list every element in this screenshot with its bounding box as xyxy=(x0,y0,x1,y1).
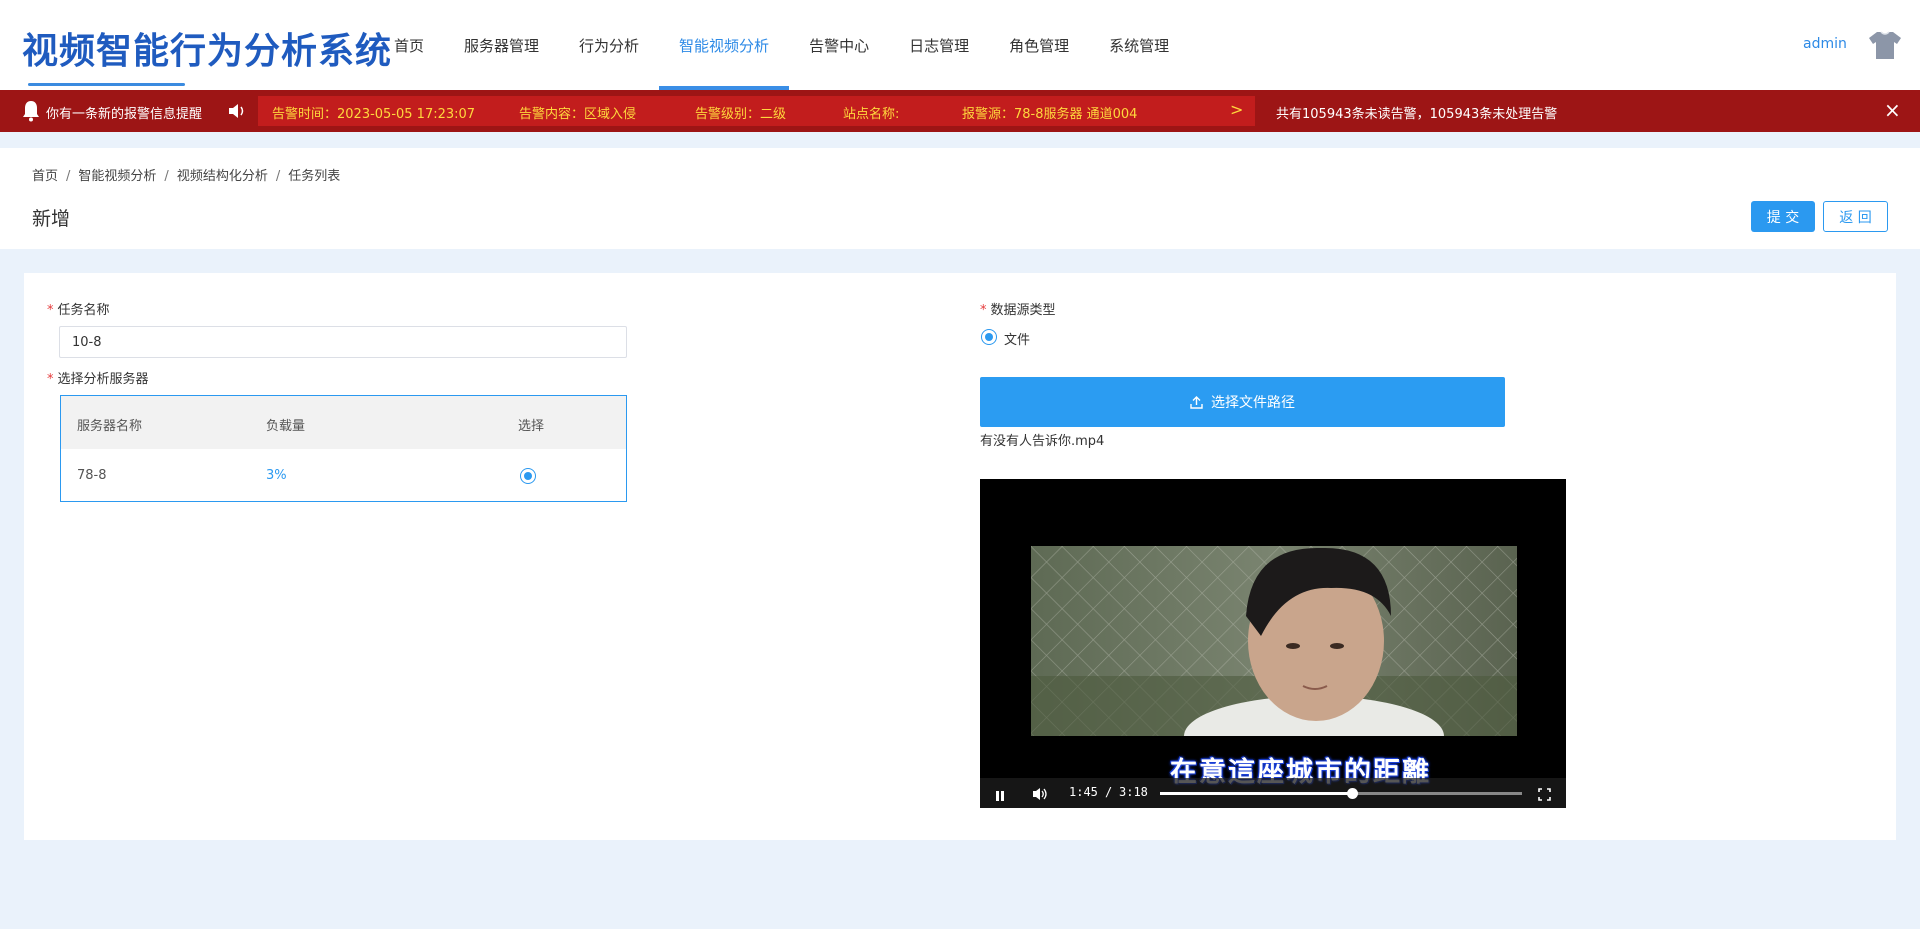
submit-button[interactable]: 提 交 xyxy=(1751,201,1815,232)
seek-progress xyxy=(1160,792,1352,795)
speaker-icon[interactable] xyxy=(228,103,246,119)
bell-icon xyxy=(22,100,40,122)
video-player[interactable]: 在意這座城市的距離 1:45 / 3:18 xyxy=(980,479,1566,808)
upload-icon xyxy=(1190,395,1203,409)
current-time: 1:45 xyxy=(1069,785,1098,799)
file-source-radio[interactable] xyxy=(981,329,997,345)
alarm-content: 告警内容：区域入侵 xyxy=(519,107,637,122)
table-header: 服务器名称 负载量 选择 xyxy=(61,396,626,449)
breadcrumb-item[interactable]: 视频结构化分析 xyxy=(177,169,268,184)
server-table: 服务器名称 负载量 选择 78-8 3% xyxy=(60,395,627,502)
form-card: *任务名称 *选择分析服务器 服务器名称 负载量 选择 78-8 3% *数据源… xyxy=(24,273,1896,840)
server-name-cell: 78-8 xyxy=(77,468,107,483)
nav-item-home[interactable]: 首页 xyxy=(374,0,444,90)
column-header: 服务器名称 xyxy=(77,419,143,434)
seek-handle[interactable] xyxy=(1346,788,1358,799)
breadcrumb: 首页 / 智能视频分析 / 视频结构化分析 / 任务列表 xyxy=(32,169,341,184)
username[interactable]: admin xyxy=(1803,36,1847,52)
alarm-banner: 你有一条新的报警信息提醒 告警时间：2023-05-05 17:23:07 告警… xyxy=(0,90,1920,132)
alarm-summary: 共有105943条未读告警，105943条未处理告警 xyxy=(1276,107,1558,122)
fullscreen-icon[interactable] xyxy=(1538,786,1551,805)
breadcrumb-item[interactable]: 任务列表 xyxy=(288,169,340,184)
main-nav: 首页 服务器管理 行为分析 智能视频分析 告警中心 日志管理 角色管理 系统管理 xyxy=(374,0,1189,90)
alarm-level: 告警级别：二级 xyxy=(695,107,787,122)
back-button[interactable]: 返 回 xyxy=(1823,201,1888,232)
source-type-label: * 数据源类型 xyxy=(980,303,1056,318)
video-frame xyxy=(1031,546,1517,736)
nav-item-role-management[interactable]: 角色管理 xyxy=(989,0,1089,90)
chevron-right-icon[interactable]: > xyxy=(1230,100,1243,119)
alarm-title: 你有一条新的报警信息提醒 xyxy=(46,107,203,122)
column-header: 选择 xyxy=(518,419,545,434)
video-controls: 1:45 / 3:18 xyxy=(980,778,1566,808)
app-title: 视频智能行为分析系统 xyxy=(22,31,393,72)
column-header: 负载量 xyxy=(266,419,306,434)
file-source-label[interactable]: 文件 xyxy=(1004,329,1030,348)
seek-bar[interactable] xyxy=(1160,788,1522,799)
nav-item-system-management[interactable]: 系统管理 xyxy=(1089,0,1189,90)
task-name-label: * 任务名称 xyxy=(47,303,110,318)
top-header: 视频智能行为分析系统 首页 服务器管理 行为分析 智能视频分析 告警中心 日志管… xyxy=(0,0,1920,90)
nav-item-server-management[interactable]: 服务器管理 xyxy=(444,0,559,90)
duration: 3:18 xyxy=(1119,785,1148,799)
select-file-button[interactable]: 选择文件路径 xyxy=(980,377,1505,427)
nav-item-log-management[interactable]: 日志管理 xyxy=(889,0,989,90)
nav-item-intelligent-video-analysis[interactable]: 智能视频分析 xyxy=(659,0,790,90)
alarm-time: 告警时间：2023-05-05 17:23:07 xyxy=(272,107,476,122)
server-load-cell: 3% xyxy=(266,468,287,483)
task-name-input[interactable] xyxy=(59,326,627,358)
close-icon[interactable]: × xyxy=(1884,98,1901,122)
nav-item-behavior-analysis[interactable]: 行为分析 xyxy=(559,0,659,90)
shirt-icon[interactable] xyxy=(1868,30,1902,60)
breadcrumb-item[interactable]: 智能视频分析 xyxy=(78,169,156,184)
alarm-detail[interactable]: 告警时间：2023-05-05 17:23:07 告警内容：区域入侵 告警级别：… xyxy=(258,96,1255,126)
volume-icon[interactable] xyxy=(1032,786,1048,805)
table-row[interactable]: 78-8 3% xyxy=(61,449,626,502)
selected-filename: 有没有人告诉你.mp4 xyxy=(980,434,1105,449)
nav-item-alarm-center[interactable]: 告警中心 xyxy=(789,0,889,90)
page-title: 新增 xyxy=(32,208,71,230)
alarm-site: 站点名称: xyxy=(843,107,900,122)
page-header: 首页 / 智能视频分析 / 视频结构化分析 / 任务列表 新增 提 交 返 回 xyxy=(0,148,1920,249)
breadcrumb-item[interactable]: 首页 xyxy=(32,169,58,184)
time-separator: / xyxy=(1105,785,1113,799)
server-select-radio[interactable] xyxy=(520,468,536,484)
server-label: * 选择分析服务器 xyxy=(47,372,149,387)
pause-icon[interactable] xyxy=(994,787,1006,806)
logo-underline xyxy=(28,83,185,86)
alarm-source: 报警源：78-8服务器 通道004 xyxy=(962,107,1138,122)
select-file-label: 选择文件路径 xyxy=(1211,395,1295,411)
